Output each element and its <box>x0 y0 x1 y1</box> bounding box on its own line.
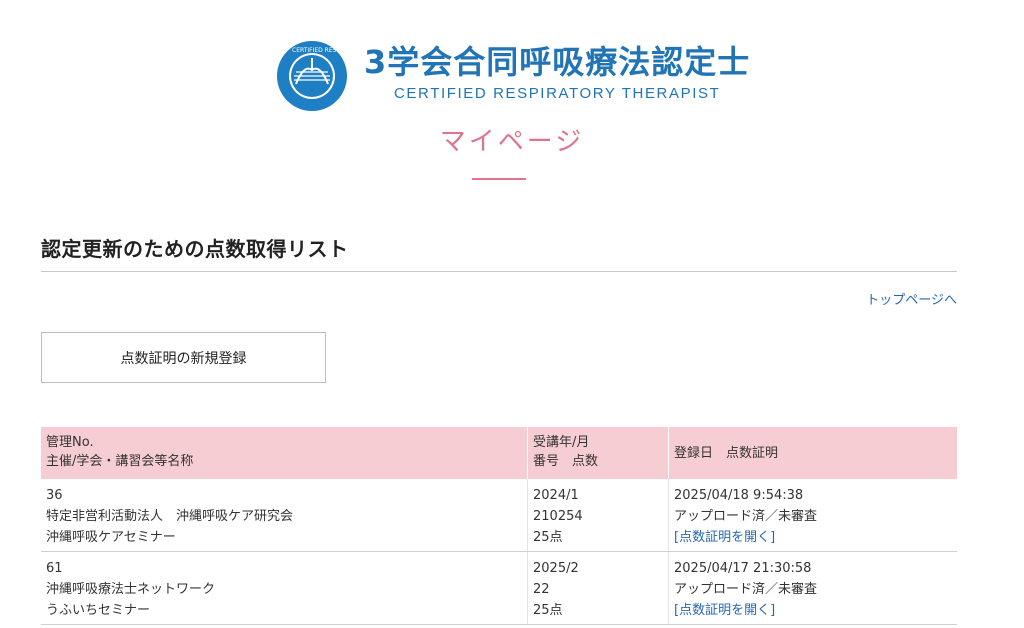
row-attendance-cell: 2025/2 22 25点 <box>527 552 668 624</box>
logo-title: 3学会合同呼吸療法認定士 <box>364 43 751 81</box>
row-info-cell: 36 特定非営利活動法人 沖縄呼吸ケア研究会 沖縄呼吸ケアセミナー <box>41 479 527 551</box>
header-col-attendance: 受講年/月 番号 点数 <box>527 427 668 479</box>
row-status: アップロード済／未審査 <box>674 582 818 597</box>
logo-subtitle: CERTIFIED RESPIRATORY THERAPIST <box>394 85 721 102</box>
certified-seal-icon: CERTIFIED RESPIRATORY <box>277 41 352 111</box>
row-points: 25点 <box>533 603 563 618</box>
table-header: 管理No. 主催/学会・講習会等名称 受講年/月 番号 点数 登録日 点数証明 <box>41 427 957 479</box>
open-certificate-link[interactable]: [点数証明を開く] <box>674 603 775 618</box>
row-cert-number: 22 <box>533 582 550 597</box>
row-registration-cell: 2025/04/17 21:30:58 アップロード済／未審査 [点数証明を開く… <box>668 552 957 624</box>
svg-text:CERTIFIED RESPIRATORY: CERTIFIED RESPIRATORY <box>292 47 352 54</box>
row-year-month: 2025/2 <box>533 561 579 576</box>
row-number: 61 <box>46 561 63 576</box>
page-title: マイページ <box>439 127 585 157</box>
row-info-cell: 61 沖縄呼吸療法士ネットワーク うふいちセミナー <box>41 552 527 624</box>
table-row: 36 特定非営利活動法人 沖縄呼吸ケア研究会 沖縄呼吸ケアセミナー 2024/1… <box>41 479 957 552</box>
row-seminar: うふいちセミナー <box>46 603 151 618</box>
row-registered-date: 2025/04/18 9:54:38 <box>674 488 804 503</box>
new-registration-button[interactable]: 点数証明の新規登録 <box>41 332 326 383</box>
row-organizer: 沖縄呼吸療法士ネットワーク <box>46 582 216 597</box>
points-table: 管理No. 主催/学会・講習会等名称 受講年/月 番号 点数 登録日 点数証明 … <box>41 427 957 625</box>
top-page-link[interactable]: トップページへ <box>866 291 957 311</box>
row-year-month: 2024/1 <box>533 488 579 503</box>
row-points: 25点 <box>533 530 563 545</box>
row-number: 36 <box>46 488 63 503</box>
section-title: 認定更新のための点数取得リスト <box>41 237 349 261</box>
row-organizer: 特定非営利活動法人 沖縄呼吸ケア研究会 <box>46 509 294 524</box>
row-seminar: 沖縄呼吸ケアセミナー <box>46 530 176 545</box>
row-status: アップロード済／未審査 <box>674 509 818 524</box>
row-attendance-cell: 2024/1 210254 25点 <box>527 479 668 551</box>
site-logo[interactable]: CERTIFIED RESPIRATORY 3学会合同呼吸療法認定士 CERTI… <box>272 40 749 112</box>
header-col-management: 管理No. 主催/学会・講習会等名称 <box>46 435 194 469</box>
heading-underline <box>472 178 526 180</box>
header-col-registration: 登録日 点数証明 <box>668 427 957 479</box>
row-registration-cell: 2025/04/18 9:54:38 アップロード済／未審査 [点数証明を開く] <box>668 479 957 551</box>
open-certificate-link[interactable]: [点数証明を開く] <box>674 530 775 545</box>
row-cert-number: 210254 <box>533 509 583 524</box>
table-row: 61 沖縄呼吸療法士ネットワーク うふいちセミナー 2025/2 22 25点 … <box>41 552 957 625</box>
section-divider <box>41 271 957 272</box>
row-registered-date: 2025/04/17 21:30:58 <box>674 561 812 576</box>
